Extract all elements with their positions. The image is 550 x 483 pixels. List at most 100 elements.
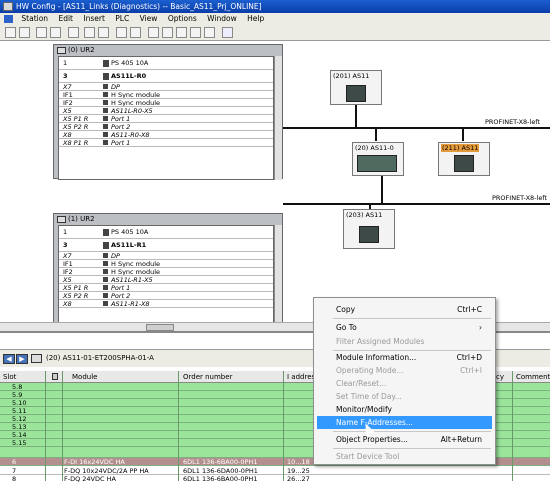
- arrow-right-icon[interactable]: ▶: [16, 354, 28, 364]
- window-title: HW Config - [AS11_Links (Diagnostics) --…: [16, 2, 262, 11]
- device-icon: [357, 155, 397, 172]
- rack-slot-table: 1 PS 405 10A 3 AS11L-R0 X7 DP IF1 H Sync mod…: [58, 56, 274, 180]
- rack-row[interactable]: X5 AS11L-R0-X5: [59, 107, 273, 115]
- catalog-icon[interactable]: [162, 27, 173, 38]
- rack-icon: [57, 47, 66, 54]
- col-slot[interactable]: Slot: [3, 373, 16, 381]
- menu-edit[interactable]: Edit: [54, 13, 77, 24]
- rack-scrollbar[interactable]: [274, 225, 282, 331]
- network-drop: [462, 127, 464, 141]
- submodule-icon: [103, 140, 108, 145]
- device-211[interactable]: (211) AS11: [438, 142, 490, 176]
- rack-row[interactable]: X7 DP: [59, 83, 273, 91]
- table-row[interactable]: 7 F-DQ 10x24VDC/2A PP HA 6DL1 136-6DA00-…: [0, 467, 550, 475]
- col-order-number[interactable]: Order number: [183, 373, 232, 381]
- menu-options[interactable]: Options: [164, 13, 201, 24]
- menu-name-f-addresses[interactable]: Name F-Addresses...: [317, 416, 492, 429]
- paste-icon[interactable]: [98, 27, 109, 38]
- menu-help[interactable]: Help: [243, 13, 268, 24]
- rack-row[interactable]: X5 P2 R Port 2: [59, 292, 273, 300]
- open-icon[interactable]: [19, 27, 30, 38]
- menu-go-to[interactable]: Go To ›: [317, 321, 492, 334]
- device-203[interactable]: (203) AS11: [343, 209, 395, 249]
- rack-title: (0) UR2: [54, 45, 282, 56]
- submodule-icon: [103, 301, 108, 306]
- submodule-icon: [103, 277, 108, 282]
- copy-icon[interactable]: [84, 27, 95, 38]
- rack-ur2-1[interactable]: (1) UR2 1 PS 405 10A 3 AS11L-R1 X7 DP IF1 H …: [53, 213, 283, 331]
- context-menu: Copy Ctrl+C Go To › Filter Assigned Module…: [313, 297, 496, 465]
- rack-row[interactable]: IF1 H Sync module: [59, 91, 273, 99]
- network-drop: [381, 175, 383, 203]
- menu-filter-assigned-modules[interactable]: Filter Assigned Modules: [317, 335, 492, 348]
- menu-start-device-tool[interactable]: Start Device Tool: [317, 450, 492, 463]
- menu-view[interactable]: View: [136, 13, 162, 24]
- rack-row[interactable]: X5 P1 R Port 1: [59, 115, 273, 123]
- menu-operating-mode[interactable]: Operating Mode... Ctrl+I: [317, 364, 492, 377]
- rack-row[interactable]: IF2 H Sync module: [59, 99, 273, 107]
- station-canvas[interactable]: (0) UR2 1 PS 405 10A 3 AS11L-R0 X7 DP IF1 H …: [0, 41, 550, 333]
- station-label: (20) AS11-01-ET200SPHA-01-A: [46, 354, 154, 362]
- save-icon[interactable]: [36, 27, 47, 38]
- menu-copy[interactable]: Copy Ctrl+C: [317, 303, 492, 316]
- col-module[interactable]: Module: [72, 373, 97, 381]
- network-icon[interactable]: [176, 27, 187, 38]
- menu-module-information[interactable]: Module Information... Ctrl+D: [317, 351, 492, 364]
- menu-clear-reset[interactable]: Clear/Reset...: [317, 377, 492, 390]
- col-diag-cycle[interactable]: cy: [496, 373, 504, 381]
- menu-set-time-of-day[interactable]: Set Time of Day...: [317, 390, 492, 403]
- submodule-icon: [103, 92, 108, 97]
- new-icon[interactable]: [5, 27, 16, 38]
- submodule-icon: [103, 84, 108, 89]
- upload-icon[interactable]: [130, 27, 141, 38]
- help-icon[interactable]: [222, 27, 233, 38]
- col-icon: [52, 373, 58, 380]
- rack-row[interactable]: X7 DP: [59, 252, 273, 260]
- module-icon: [103, 229, 109, 236]
- device-201[interactable]: (201) AS11: [330, 70, 382, 105]
- profinet-upper-line: [283, 127, 550, 129]
- rack-ur2-0[interactable]: (0) UR2 1 PS 405 10A 3 AS11L-R0 X7 DP IF1 H …: [53, 44, 283, 180]
- menu-monitor-modify[interactable]: Monitor/Modify: [317, 403, 492, 416]
- device-icon: [359, 226, 379, 243]
- submodule-icon: [103, 100, 108, 105]
- rack-row[interactable]: 3 AS11L-R0: [59, 70, 273, 83]
- rack-title: (1) UR2: [54, 214, 282, 225]
- rack-row[interactable]: X8 AS11-R1-X8: [59, 300, 273, 308]
- rack-row[interactable]: X5 P1 R Port 1: [59, 284, 273, 292]
- network-drop: [355, 104, 357, 128]
- system-menu-icon[interactable]: [4, 15, 13, 23]
- rack-row[interactable]: X8 AS11-R0-X8: [59, 131, 273, 139]
- device-20[interactable]: (20) AS11-0: [352, 142, 404, 176]
- menu-plc[interactable]: PLC: [111, 13, 133, 24]
- submodule-icon: [103, 261, 108, 266]
- menu-station[interactable]: Station: [17, 13, 52, 24]
- rack-scrollbar[interactable]: [274, 56, 282, 180]
- rack-row[interactable]: 1 PS 405 10A: [59, 57, 273, 70]
- network-label: PROFINET-X8-left: [492, 194, 548, 202]
- grid-icon[interactable]: [204, 27, 215, 38]
- menu-insert[interactable]: Insert: [79, 13, 109, 24]
- rack-row[interactable]: 1 PS 405 10A: [59, 226, 273, 239]
- col-comment[interactable]: Comment: [516, 373, 550, 381]
- rack-row[interactable]: X5 P2 R Port 2: [59, 123, 273, 131]
- hw-config-app-icon: [3, 2, 13, 11]
- display-icon[interactable]: [190, 27, 201, 38]
- cpu-icon: [103, 242, 109, 249]
- download-icon[interactable]: [116, 27, 127, 38]
- rack-row[interactable]: X5 AS11L-R1-X5: [59, 276, 273, 284]
- module-icon: [103, 60, 109, 67]
- rack-row[interactable]: X8 P1 R Port 1: [59, 139, 273, 147]
- arrow-left-icon[interactable]: ◀: [3, 354, 15, 364]
- save-compile-icon[interactable]: [50, 27, 61, 38]
- scroll-thumb[interactable]: [146, 324, 174, 331]
- menu-object-properties[interactable]: Object Properties... Alt+Return: [317, 433, 492, 446]
- rack-row[interactable]: 3 AS11L-R1: [59, 239, 273, 252]
- table-row[interactable]: 8 F-DQ 24VDC HA 6DL1 136-6BA00-0PH1 26..…: [0, 475, 550, 483]
- print-icon[interactable]: [68, 27, 79, 38]
- online-icon[interactable]: [148, 27, 159, 38]
- menu-window[interactable]: Window: [203, 13, 241, 24]
- rack-row[interactable]: IF2 H Sync module: [59, 268, 273, 276]
- rack-row[interactable]: IF1 H Sync module: [59, 260, 273, 268]
- device-icon: [454, 155, 474, 172]
